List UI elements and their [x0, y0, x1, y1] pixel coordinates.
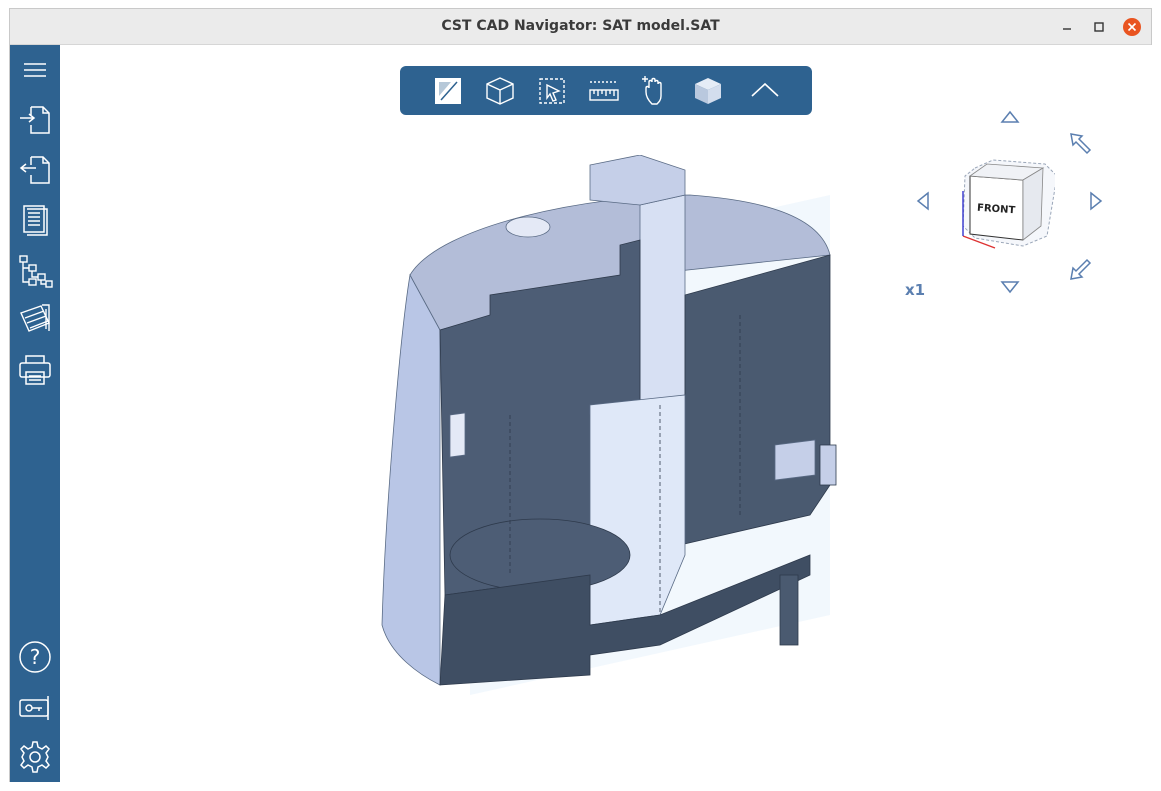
rotate-top-left-icon[interactable] — [1068, 131, 1094, 157]
measure-sheet-icon[interactable] — [16, 301, 54, 339]
cad-model-render[interactable] — [360, 155, 840, 695]
menu-icon[interactable] — [16, 51, 54, 89]
window-title: CST CAD Navigator: SAT model.SAT — [441, 18, 720, 34]
wireframe-cube-icon[interactable] — [483, 74, 517, 108]
navigation-cube-widget: FRONT — [890, 101, 1120, 301]
sidebar: ? — [10, 45, 60, 782]
solid-cube-icon[interactable] — [691, 74, 725, 108]
help-icon[interactable]: ? — [16, 638, 54, 676]
pan-hand-icon[interactable] — [639, 74, 673, 108]
view-toolbar — [400, 66, 812, 115]
settings-icon[interactable] — [16, 738, 54, 776]
bottom-disk — [449, 518, 631, 592]
import-icon[interactable] — [16, 101, 54, 139]
app-window: CST CAD Navigator: SAT model.SAT ? FRONT… — [9, 8, 1152, 782]
rotate-up-icon[interactable] — [1000, 109, 1020, 125]
title-bar: CST CAD Navigator: SAT model.SAT — [10, 9, 1151, 45]
zoom-level-label: x1 — [905, 281, 926, 299]
bottom-clip — [779, 574, 799, 646]
minimize-icon[interactable] — [1058, 18, 1076, 36]
print-icon[interactable] — [16, 351, 54, 389]
view-cube[interactable]: FRONT — [945, 146, 1055, 256]
close-icon[interactable] — [1123, 18, 1141, 36]
top-hole — [505, 216, 551, 238]
shaft-top — [589, 155, 686, 206]
slot-right — [774, 439, 816, 481]
cut-face-right — [679, 254, 831, 546]
collapse-chevron-icon[interactable] — [748, 74, 782, 108]
cylinder-left — [381, 273, 441, 686]
slot-left — [449, 412, 466, 458]
rotate-bottom-right-icon[interactable] — [1068, 256, 1094, 282]
side-clip — [819, 444, 837, 486]
select-pointer-icon[interactable] — [535, 74, 569, 108]
license-key-icon[interactable] — [16, 688, 54, 726]
maximize-icon[interactable] — [1090, 18, 1108, 36]
rotate-right-icon[interactable] — [1088, 191, 1104, 211]
svg-text:?: ? — [30, 645, 41, 669]
rotate-left-icon[interactable] — [915, 191, 931, 211]
export-icon[interactable] — [16, 151, 54, 189]
rotate-down-icon[interactable] — [1000, 279, 1020, 295]
document-icon[interactable] — [16, 201, 54, 239]
tree-icon[interactable] — [16, 251, 54, 289]
section-plane-icon[interactable] — [431, 74, 465, 108]
central-shaft — [639, 194, 686, 406]
ruler-icon[interactable] — [587, 74, 621, 108]
viewport-3d[interactable]: FRONT x1 — [60, 45, 1152, 782]
